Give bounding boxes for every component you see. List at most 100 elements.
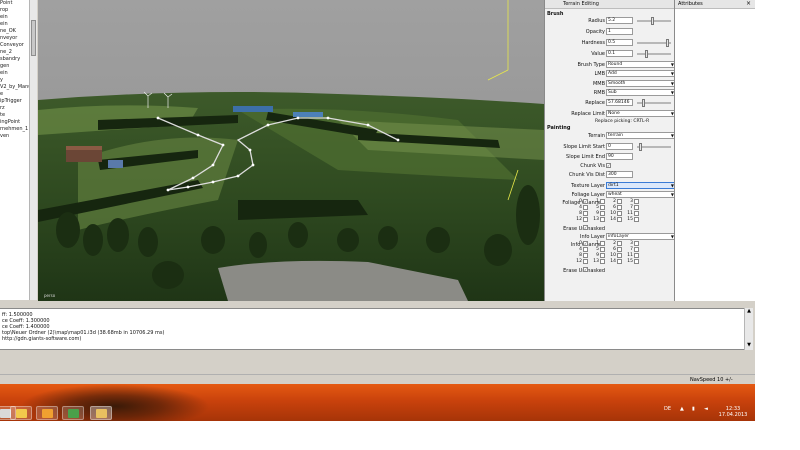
status-bar: NavSpeed 10 +/- [0,374,755,384]
giants-editor-window: Point rop ein ein ne_OK nveyor Conveyor ne_2 sba… [0,0,755,421]
channel-checkbox[interactable] [617,205,622,210]
channel-checkbox[interactable] [583,205,588,210]
channel-checkbox[interactable] [583,259,588,264]
rmb-label: RMB [593,90,605,96]
replace-label: Replace [585,100,605,106]
channel-checkbox[interactable] [617,211,622,216]
channel-checkbox[interactable] [617,247,622,252]
info-layer-select[interactable]: infoLayer ▼ [606,233,676,240]
lmb-select[interactable]: Add ▼ [606,70,676,77]
chunk-vis-label: Chunk Vis [580,163,605,169]
scroll-up-icon[interactable]: ▲ [746,308,752,314]
tree-scrollbar-thumb[interactable] [31,20,36,56]
channel-checkbox[interactable] [634,259,639,264]
channel-checkbox[interactable] [634,247,639,252]
channel-checkbox[interactable]: ✓ [583,241,588,246]
taskbar-editor-button[interactable] [90,406,112,420]
chunk-vis-checkbox[interactable]: ✓ [606,163,611,168]
foliage-layer-select[interactable]: wheat ▼ [606,191,676,198]
channel-number: 1 [596,241,599,246]
replace-slider[interactable] [637,99,671,107]
channel-checkbox[interactable] [634,217,639,222]
rmb-select[interactable]: Sub ▼ [606,89,676,96]
channel-number: 15 [627,217,633,222]
hardness-slider[interactable] [637,39,671,47]
channel-checkbox[interactable] [617,253,622,258]
hardness-input[interactable]: 0.5 [606,39,633,46]
terrain-panel-title: Terrain Editing [545,0,674,9]
brush-type-select[interactable]: Round ▼ [606,61,676,68]
channel-checkbox[interactable] [583,211,588,216]
slope-end-input[interactable]: 90 [606,153,633,160]
console-scrollbar[interactable]: ▲ ▼ [744,308,753,350]
windows-taskbar: DE ▲ ▮ ◄ 12:33 17.04.2013 [0,384,755,421]
terrain-value: terrain [608,133,624,138]
channel-checkbox[interactable] [634,205,639,210]
channel-checkbox[interactable] [600,259,605,264]
taskbar-explorer-button[interactable] [10,406,32,420]
hardness-slider-knob[interactable] [666,39,669,47]
texture-layer-select[interactable]: dirt1 ▼ [606,182,676,189]
channel-checkbox[interactable] [617,259,622,264]
taskbar-clock[interactable]: 12:33 17.04.2013 [718,406,748,418]
scroll-down-icon[interactable]: ▼ [746,342,752,348]
channel-number: 7 [630,247,633,252]
radius-input[interactable]: 5.2 [606,17,633,24]
channel-checkbox[interactable] [600,247,605,252]
foliage-layer-value: wheat [608,192,622,197]
terrain-select[interactable]: terrain ▼ [606,132,676,139]
channel-checkbox[interactable] [583,247,588,252]
network-icon [68,409,79,418]
channel-checkbox[interactable] [617,241,622,246]
replace-picking-hint: Replace picking: CRTL-R [595,119,650,124]
channel-checkbox[interactable] [600,241,605,246]
taskbar-media-button[interactable] [36,406,58,420]
channel-checkbox[interactable] [634,211,639,216]
language-indicator[interactable]: DE [664,406,671,412]
radius-slider[interactable] [637,17,671,25]
network-tray-icon[interactable]: ▮ [692,406,695,412]
channel-number: 6 [613,205,616,210]
replace-slider-knob[interactable] [642,99,645,107]
chunk-vis-dist-input[interactable]: 300 [606,171,633,178]
console-log[interactable]: ff: 1.500000 ce Coeff: 1.300000 ce Coeff: … [0,308,744,350]
erase-unmasked-2-checkbox[interactable]: ✓ [583,267,588,272]
replace-input[interactable]: 57.68146 [606,99,633,106]
close-icon[interactable]: × [746,1,751,7]
channel-number: 15 [627,259,633,264]
channel-number: 12 [576,217,582,222]
channel-checkbox[interactable] [634,199,639,204]
slope-start-input[interactable]: 0 [606,143,633,150]
channel-checkbox[interactable] [617,199,622,204]
erase-unmasked-checkbox[interactable]: ✓ [583,225,588,230]
channel-checkbox[interactable] [600,205,605,210]
tree-scrollbar[interactable] [29,0,37,300]
taskbar-network-button[interactable] [62,406,84,420]
volume-icon[interactable]: ◄ [704,406,708,412]
mmb-select[interactable]: Smooth ▼ [606,80,676,87]
replace-limit-select[interactable]: None ▼ [606,110,676,117]
value-slider-knob[interactable] [645,50,648,58]
channel-number: 10 [610,211,616,216]
value-slider[interactable] [637,50,671,58]
radius-slider-knob[interactable] [651,17,654,25]
tray-arrow-icon[interactable]: ▲ [680,406,684,412]
clock-date: 17.04.2013 [718,412,748,418]
folder-icon [16,409,27,418]
channel-checkbox[interactable] [634,241,639,246]
channel-checkbox[interactable] [600,211,605,216]
channel-checkbox[interactable] [634,253,639,258]
value-input[interactable]: 0.1 [606,50,633,57]
slope-start-slider-knob[interactable] [639,143,642,151]
channel-number: 2 [613,199,616,204]
slope-start-slider[interactable] [637,143,671,151]
channel-checkbox[interactable] [600,253,605,258]
opacity-input[interactable]: 1 [606,28,633,35]
channel-checkbox[interactable] [600,217,605,222]
channel-checkbox[interactable] [583,253,588,258]
3d-viewport[interactable]: perso [38,0,544,301]
channel-checkbox[interactable] [583,217,588,222]
channel-checkbox[interactable]: ✓ [583,199,588,204]
channel-checkbox[interactable] [600,199,605,204]
channel-checkbox[interactable] [617,217,622,222]
